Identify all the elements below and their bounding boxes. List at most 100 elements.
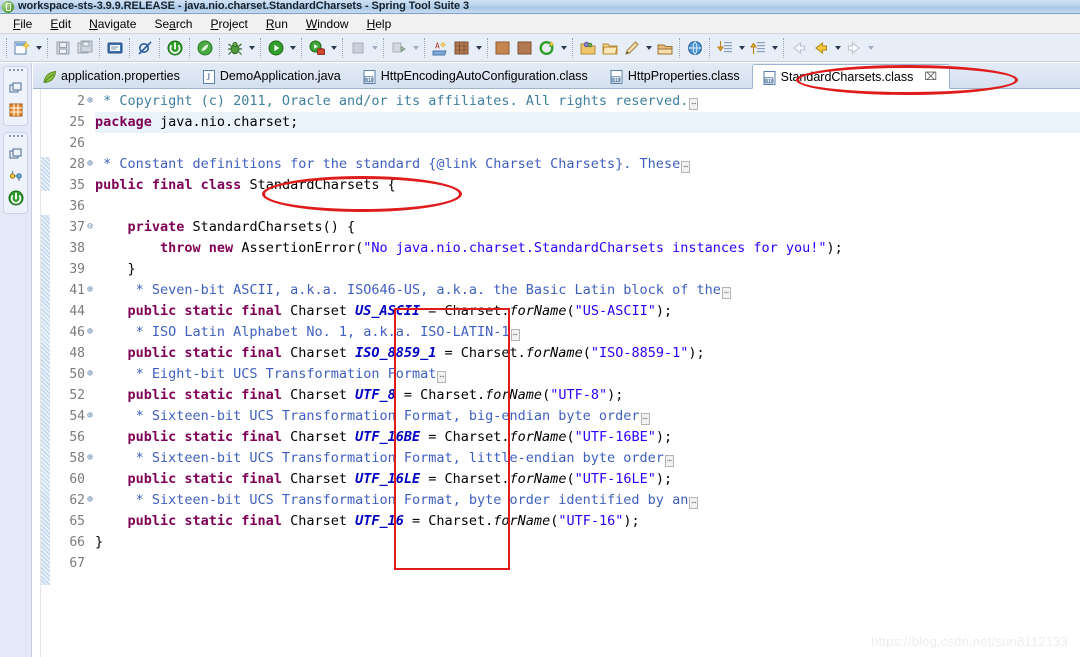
- chevron-down-icon[interactable]: [369, 37, 380, 59]
- code-line[interactable]: [95, 196, 1080, 217]
- toolbar-next-annotation-button[interactable]: [714, 37, 736, 59]
- drag-handle[interactable]: [8, 69, 23, 75]
- toolbar-skip-breakpoints-button[interactable]: [134, 37, 156, 59]
- menu-item-file[interactable]: File: [4, 16, 41, 32]
- code-editor[interactable]: 2 ⊕ 25 26 28 ⊕ 35 36 37 ⊖ 38 39 41 ⊕ 44 46 ⊕ 48 50 ⊕ 52 54 ⊕ 56…: [33, 89, 1080, 657]
- line-number: 66: [50, 532, 86, 553]
- code-line[interactable]: [95, 133, 1080, 154]
- toolbar-prev-annotation-button[interactable]: [747, 37, 769, 59]
- toolbar-save-all-button[interactable]: [74, 37, 96, 59]
- toolbar-forward-arrow-button[interactable]: [843, 37, 865, 59]
- code-token: StandardCharsets {: [241, 177, 396, 193]
- menu-item-run[interactable]: Run: [257, 16, 297, 32]
- code-line[interactable]: private StandardCharsets() {: [95, 217, 1080, 238]
- chevron-down-icon[interactable]: [736, 37, 747, 59]
- toolbar-console-button[interactable]: [104, 37, 126, 59]
- restore-view-icon[interactable]: [7, 145, 25, 163]
- editor-tab-application-properties[interactable]: application.properties: [33, 64, 192, 88]
- chevron-down-icon[interactable]: [832, 37, 843, 59]
- fold-expand-icon[interactable]: ⊕: [85, 495, 95, 505]
- fold-expand-icon[interactable]: ⊕: [85, 327, 95, 337]
- toolbar-stop-button[interactable]: [347, 37, 369, 59]
- toolbar-back-arrow-dim-button[interactable]: [788, 37, 810, 59]
- code-line[interactable]: throw new AssertionError("No java.nio.ch…: [95, 238, 1080, 259]
- code-line[interactable]: * Sixteen-bit UCS Transformation Format,…: [95, 406, 1080, 427]
- code-line[interactable]: * Copyright (c) 2011, Oracle and/or its …: [95, 91, 1080, 112]
- editor-tab-httpproperties-class[interactable]: 010 HttpProperties.class: [600, 64, 752, 88]
- chevron-down-icon[interactable]: [287, 37, 298, 59]
- toolbar-boot-dashboard-button[interactable]: [164, 37, 186, 59]
- toolbar-new-wizard-button[interactable]: [11, 37, 33, 59]
- code-line[interactable]: public static final Charset UTF_8 = Char…: [95, 385, 1080, 406]
- code-line[interactable]: * Constant definitions for the standard …: [95, 154, 1080, 175]
- close-icon[interactable]: ⌧: [924, 70, 937, 83]
- toolbar-pencil-button[interactable]: [621, 37, 643, 59]
- editor-tab-standardcharsets-class[interactable]: 010 StandardCharsets.class ⌧: [751, 64, 951, 89]
- toolbar-run-as-server-button[interactable]: [306, 37, 328, 59]
- code-line[interactable]: * ISO Latin Alphabet No. 1, a.k.a. ISO-L…: [95, 322, 1080, 343]
- chevron-down-icon[interactable]: [410, 37, 421, 59]
- code-line[interactable]: * Eight-bit UCS Transformation Format ⋯: [95, 364, 1080, 385]
- drag-handle[interactable]: [8, 135, 23, 141]
- toolbar-open-folder-button[interactable]: [577, 37, 599, 59]
- toolbar-run-play-button[interactable]: [265, 37, 287, 59]
- menu-item-navigate[interactable]: Navigate: [80, 16, 145, 32]
- code-line[interactable]: public static final Charset US_ASCII = C…: [95, 301, 1080, 322]
- chevron-down-icon[interactable]: [246, 37, 257, 59]
- code-line[interactable]: }: [95, 259, 1080, 280]
- toolbar-save-button[interactable]: [52, 37, 74, 59]
- menu-item-window[interactable]: Window: [297, 16, 358, 32]
- editor-tab-demoapplication-java[interactable]: J DemoApplication.java: [192, 64, 353, 88]
- source-text[interactable]: * Copyright (c) 2011, Oracle and/or its …: [95, 89, 1080, 657]
- sts-green-power-icon[interactable]: [7, 189, 25, 207]
- toolbar-archive-button[interactable]: [654, 37, 676, 59]
- fold-collapse-icon[interactable]: ⊖: [85, 222, 95, 232]
- fold-expand-icon[interactable]: ⊕: [85, 411, 95, 421]
- toolbar-back-arrow-button[interactable]: [810, 37, 832, 59]
- toolbar-coverage-button[interactable]: [514, 37, 536, 59]
- line-number-value: 62: [69, 493, 85, 508]
- chevron-down-icon[interactable]: [33, 37, 44, 59]
- chevron-down-icon[interactable]: [328, 37, 339, 59]
- toolbar-new-package-button[interactable]: [492, 37, 514, 59]
- code-line[interactable]: * Sixteen-bit UCS Transformation Format,…: [95, 490, 1080, 511]
- editor-tab-httpencodingautoconfiguration-class[interactable]: 010 HttpEncodingAutoConfiguration.class: [353, 64, 600, 88]
- code-line[interactable]: public final class StandardCharsets {: [95, 175, 1080, 196]
- fold-expand-icon[interactable]: ⊕: [85, 159, 95, 169]
- chevron-down-icon[interactable]: [643, 37, 654, 59]
- fold-expand-icon[interactable]: ⊕: [85, 369, 95, 379]
- toolbar-globe-button[interactable]: [684, 37, 706, 59]
- code-line[interactable]: }: [95, 532, 1080, 553]
- chevron-down-icon[interactable]: [769, 37, 780, 59]
- toolbar-separator: [99, 37, 101, 58]
- code-line[interactable]: public static final Charset UTF_16BE = C…: [95, 427, 1080, 448]
- restore-view-icon[interactable]: [7, 79, 25, 97]
- fold-expand-icon[interactable]: ⊕: [85, 96, 95, 106]
- chevron-down-icon[interactable]: [865, 37, 876, 59]
- toolbar-folder-button[interactable]: [599, 37, 621, 59]
- toolbar-open-type-button[interactable]: A: [429, 37, 451, 59]
- menu-item-project[interactable]: Project: [201, 16, 256, 32]
- menu-item-search[interactable]: Search: [145, 16, 201, 32]
- code-line[interactable]: * Seven-bit ASCII, a.k.a. ISO646-US, a.k…: [95, 280, 1080, 301]
- fold-expand-icon[interactable]: ⊕: [85, 285, 95, 295]
- fold-expand-icon[interactable]: ⊕: [85, 453, 95, 463]
- toolbar-publish-button[interactable]: [388, 37, 410, 59]
- toolbar-separator: [572, 37, 574, 58]
- package-explorer-icon[interactable]: [7, 101, 25, 119]
- toolbar-spring-leaf-button[interactable]: [194, 37, 216, 59]
- menu-item-edit[interactable]: Edit: [41, 16, 80, 32]
- chevron-down-icon[interactable]: [473, 37, 484, 59]
- boot-dashboard-small-icon[interactable]: [7, 167, 25, 185]
- code-line[interactable]: public static final Charset ISO_8859_1 =…: [95, 343, 1080, 364]
- code-line[interactable]: public static final Charset UTF_16LE = C…: [95, 469, 1080, 490]
- code-line[interactable]: package java.nio.charset;: [95, 112, 1080, 133]
- code-line[interactable]: [95, 553, 1080, 574]
- chevron-down-icon[interactable]: [558, 37, 569, 59]
- toolbar-refresh-green-button[interactable]: [536, 37, 558, 59]
- code-line[interactable]: * Sixteen-bit UCS Transformation Format,…: [95, 448, 1080, 469]
- toolbar-new-java-class-button[interactable]: [451, 37, 473, 59]
- toolbar-debug-bug-button[interactable]: [224, 37, 246, 59]
- code-line[interactable]: public static final Charset UTF_16 = Cha…: [95, 511, 1080, 532]
- menu-item-help[interactable]: Help: [358, 16, 401, 32]
